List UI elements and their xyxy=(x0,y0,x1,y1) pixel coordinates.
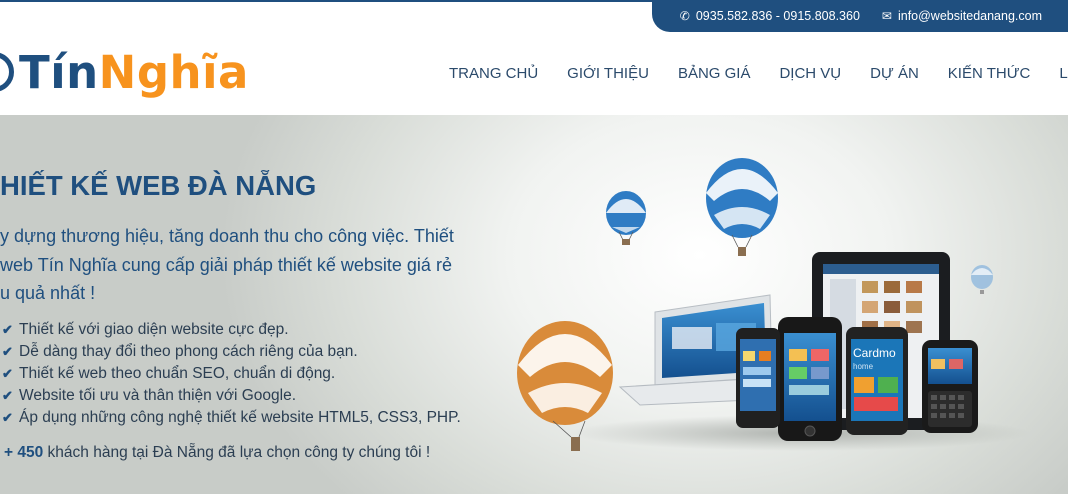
check-icon: ✔ xyxy=(2,388,13,403)
check-icon: ✔ xyxy=(2,410,13,425)
feature-text: Dễ dàng thay đổi theo phong cách riêng c… xyxy=(19,343,358,360)
feature-text: Thiết kế web theo chuẩn SEO, chuẩn di độ… xyxy=(19,365,336,382)
iphone-image xyxy=(778,317,842,441)
tablet-app-sublabel: home xyxy=(853,362,874,371)
customer-count-text: + 450 khách hàng tại Đà Nẵng đã lựa chọn… xyxy=(4,444,430,462)
email-link[interactable]: info@websitedanang.com xyxy=(898,9,1042,23)
feature-item: ✔ Dễ dàng thay đổi theo phong cách riêng … xyxy=(2,341,461,363)
feature-item: ✔ Thiết kế với giao diện website cực đẹp. xyxy=(2,319,461,341)
logo[interactable]: TínNghĩa xyxy=(0,46,249,98)
customer-count-label: khách hàng tại Đà Nẵng đã lựa chọn công … xyxy=(43,444,431,461)
nav-item-projects[interactable]: DỰ ÁN xyxy=(870,65,919,82)
feature-list: ✔ Thiết kế với giao diện website cực đẹp.… xyxy=(2,319,461,429)
logo-text-part1: Tín xyxy=(19,45,99,99)
contact-info: ✆ 0935.582.836 - 0915.808.360 ✉ info@web… xyxy=(680,9,1042,23)
hero-desc-line: y dựng thương hiệu, tăng doanh thu cho c… xyxy=(0,226,454,246)
hero-title: HIẾT KẾ WEB ĐÀ NẴNG xyxy=(0,170,317,201)
nav-item-about[interactable]: GIỚI THIỆU xyxy=(567,65,649,82)
envelope-icon: ✉ xyxy=(881,9,892,23)
nav-item-knowledge[interactable]: KIẾN THỨC xyxy=(948,65,1031,82)
blackberry-image xyxy=(922,340,978,433)
phone-icon: ✆ xyxy=(679,9,690,23)
feature-text: Website tối ưu và thân thiện với Google. xyxy=(19,387,297,404)
check-icon: ✔ xyxy=(2,322,13,337)
hero-banner: Cardmo home HIẾT KẾ WEB ĐÀ NẴNG y dựng t… xyxy=(0,115,1068,494)
hero-description: y dựng thương hiệu, tăng doanh thu cho c… xyxy=(0,222,510,308)
nav-item-contact[interactable]: LIÊN xyxy=(1059,65,1068,82)
phone-number[interactable]: 0935.582.836 - 0915.808.360 xyxy=(696,9,860,23)
feature-item: ✔ Áp dụng những công nghệ thiết kế websit… xyxy=(2,407,461,429)
customer-count: + 450 xyxy=(4,444,44,461)
logo-mark-icon xyxy=(0,52,16,92)
contact-bar: ✆ 0935.582.836 - 0915.808.360 ✉ info@web… xyxy=(652,0,1068,32)
windows-phone-image: Cardmo home xyxy=(846,327,908,435)
topbar: ✆ 0935.582.836 - 0915.808.360 ✉ info@web… xyxy=(0,0,1068,32)
tablet-app-label: Cardmo xyxy=(853,346,896,360)
balloon-medium-icon xyxy=(706,158,778,256)
logo-text: TínNghĩa xyxy=(19,50,249,95)
check-icon: ✔ xyxy=(2,366,13,381)
site-header: TínNghĩa TRANG CHỦ GIỚI THIỆU BẢNG GIÁ D… xyxy=(0,32,1068,115)
check-icon: ✔ xyxy=(2,344,13,359)
nav-item-home[interactable]: TRANG CHỦ xyxy=(449,65,538,82)
balloon-small-left-icon xyxy=(606,191,646,245)
feature-item: ✔ Website tối ưu và thân thiện với Google… xyxy=(2,385,461,407)
logo-text-part2: Nghĩa xyxy=(98,45,249,99)
feature-item: ✔ Thiết kế web theo chuẩn SEO, chuẩn di đ… xyxy=(2,363,461,385)
hero-desc-line: u quả nhất ! xyxy=(0,283,96,303)
nav-item-pricing[interactable]: BẢNG GIÁ xyxy=(678,65,751,82)
feature-text: Thiết kế với giao diện website cực đẹp. xyxy=(19,321,289,338)
nav-item-services[interactable]: DỊCH VỤ xyxy=(779,65,841,82)
android-phone-image xyxy=(736,328,780,428)
main-nav: TRANG CHỦ GIỚI THIỆU BẢNG GIÁ DỊCH VỤ DỰ… xyxy=(449,65,1068,82)
hero-desc-line: web Tín Nghĩa cung cấp giải pháp thiết k… xyxy=(0,254,452,275)
balloon-tiny-right-icon xyxy=(971,265,993,294)
feature-text: Áp dụng những công nghệ thiết kế website… xyxy=(19,409,461,426)
